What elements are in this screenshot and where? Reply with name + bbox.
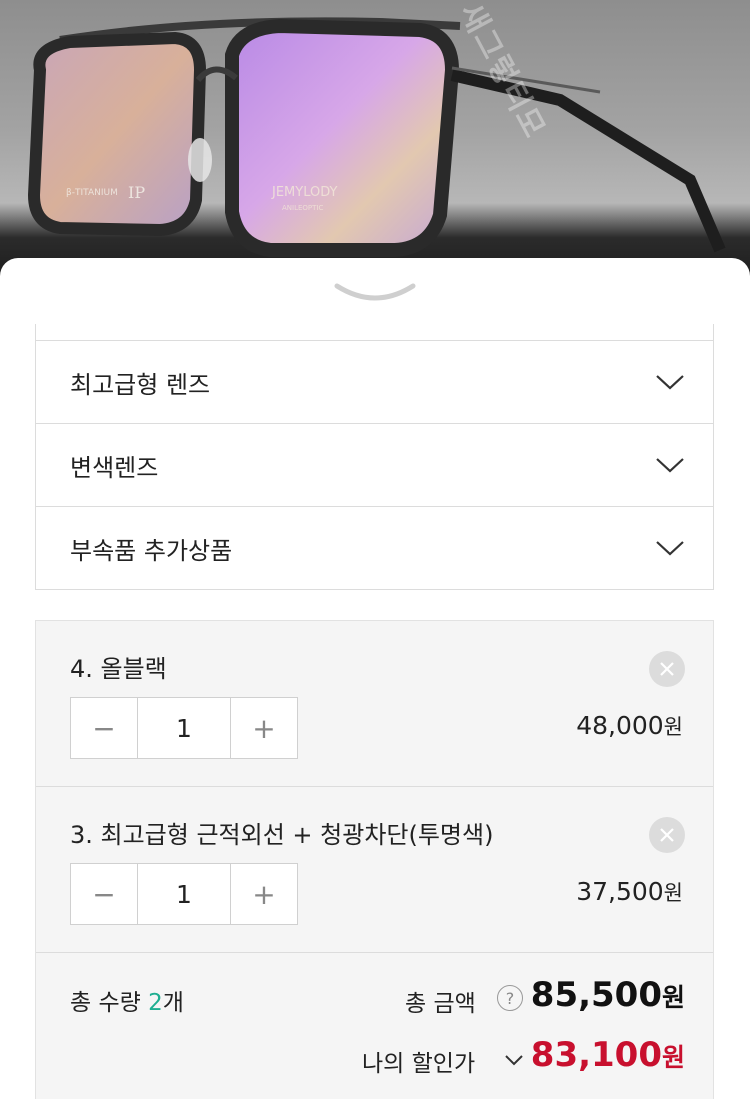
option-label: 최고급형 렌즈 — [70, 370, 211, 399]
discount-price-toggle[interactable]: 나의 할인가 — [362, 1044, 475, 1078]
total-amount-label: 총 금액 — [405, 991, 476, 1017]
item-price-value: 37,500 — [576, 877, 664, 906]
help-icon[interactable]: ? — [497, 985, 523, 1011]
close-icon — [660, 662, 674, 676]
quantity-value[interactable]: 1 — [137, 698, 231, 758]
increase-quantity-button[interactable]: + — [231, 698, 297, 758]
selected-item: 3. 최고급형 근적외선 + 청광차단(투명색) − 1 + 37,500원 — [36, 787, 713, 953]
option-label: 변색렌즈 — [70, 453, 159, 482]
total-amount-unit: 원 — [661, 983, 685, 1012]
option-select-list: 최고급형 렌즈 변색렌즈 부속품 추가상품 — [35, 324, 714, 590]
total-quantity: 총 수량 2개 — [70, 983, 184, 1017]
sheet-handle-chevron-icon[interactable] — [333, 280, 417, 306]
glasses-image: JEMYLODY ANILEOPTIC β-TITANIUM IP — [27, 17, 726, 257]
decrease-quantity-button[interactable]: − — [71, 864, 137, 924]
total-quantity-label: 총 수량 — [70, 990, 141, 1016]
option-label: 부속품 추가상품 — [70, 536, 233, 565]
item-name: 3. 최고급형 근적외선 + 청광차단(투명색) — [70, 821, 494, 849]
decrease-quantity-button[interactable]: − — [71, 698, 137, 758]
temple-text: β-TITANIUM — [66, 188, 118, 198]
total-quantity-unit: 개 — [162, 990, 184, 1016]
currency-unit: 원 — [663, 715, 683, 739]
option-select-accessories[interactable]: 부속품 추가상품 — [36, 506, 713, 589]
brand-text: JEMYLODY — [271, 185, 338, 200]
options-bottom-sheet: 최고급형 렌즈 변색렌즈 부속품 추가상품 4. 올블랙 − 1 + 48,00… — [0, 258, 750, 1099]
chevron-down-icon — [656, 541, 684, 556]
brand-subtext: ANILEOPTIC — [282, 204, 323, 212]
remove-item-button[interactable] — [649, 651, 685, 687]
product-photo: JEMYLODY ANILEOPTIC β-TITANIUM IP 새그렇티모 — [0, 0, 750, 290]
option-select-photochromic-lens[interactable]: 변색렌즈 — [36, 423, 713, 506]
close-icon — [660, 828, 674, 842]
item-price: 48,000원 — [576, 711, 683, 741]
item-price: 37,500원 — [576, 877, 683, 907]
total-amount-value: 85,500 — [530, 975, 662, 1015]
discount-price: 83,100원 — [531, 1035, 685, 1075]
selected-item: 4. 올블랙 − 1 + 48,000원 — [36, 621, 713, 787]
total-amount: 85,500원 — [531, 975, 685, 1015]
total-quantity-value: 2 — [148, 990, 163, 1016]
item-name: 4. 올블랙 — [70, 655, 167, 683]
selected-items-panel: 4. 올블랙 − 1 + 48,000원 3. 최고급형 근적외선 + 청광차단… — [35, 620, 714, 1099]
increase-quantity-button[interactable]: + — [231, 864, 297, 924]
discount-price-unit: 원 — [661, 1043, 685, 1072]
remove-item-button[interactable] — [649, 817, 685, 853]
chevron-down-icon[interactable] — [504, 1054, 524, 1066]
quantity-stepper: − 1 + — [70, 697, 298, 759]
discount-price-value: 83,100 — [530, 1035, 662, 1075]
chevron-down-icon — [656, 375, 684, 390]
temple-mark: IP — [128, 183, 145, 202]
option-select-premium-lens[interactable]: 최고급형 렌즈 — [36, 340, 713, 423]
quantity-stepper: − 1 + — [70, 863, 298, 925]
item-price-value: 48,000 — [576, 711, 664, 740]
order-summary: 총 수량 2개 총 금액 ? 85,500원 나의 할인가 83,100원 — [36, 953, 713, 1099]
quantity-value[interactable]: 1 — [137, 864, 231, 924]
chevron-down-icon — [656, 458, 684, 473]
currency-unit: 원 — [663, 881, 683, 905]
